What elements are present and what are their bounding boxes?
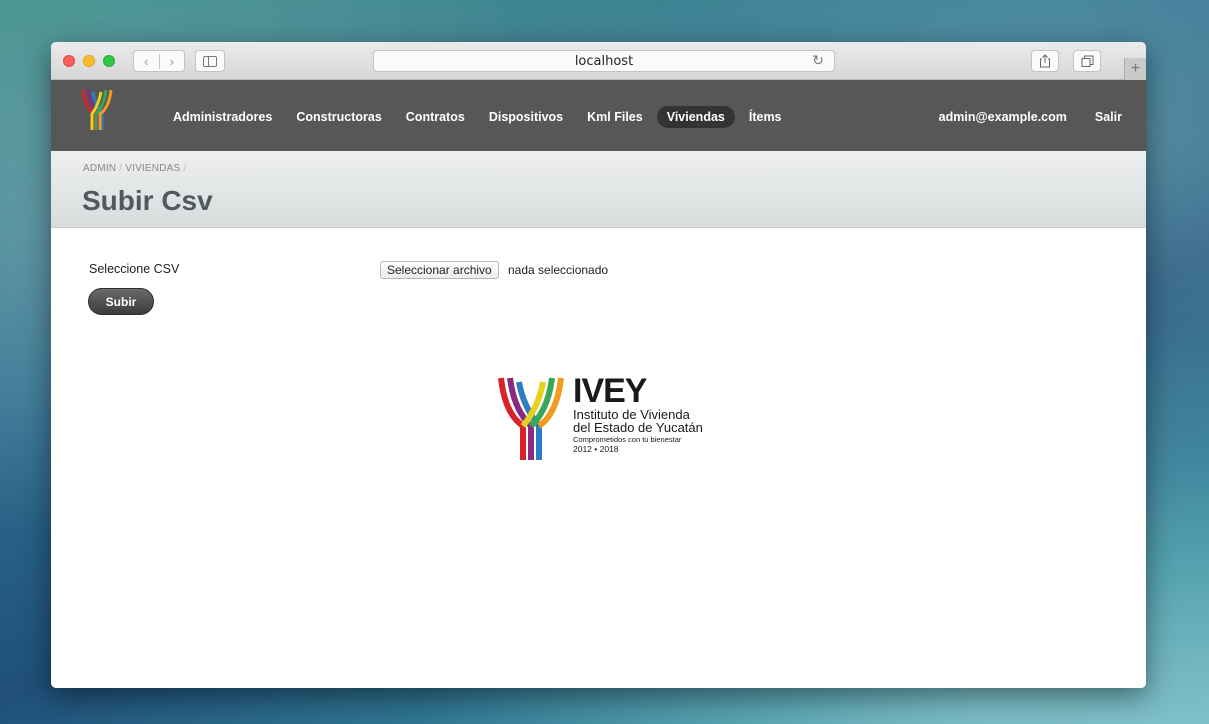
nav-constructoras[interactable]: Constructoras xyxy=(286,106,391,128)
breadcrumb-viviendas[interactable]: VIVIENDAS xyxy=(125,163,180,174)
breadcrumb: ADMIN / VIVIENDAS / xyxy=(83,163,189,174)
address-bar[interactable]: localhost ↻ xyxy=(373,50,835,72)
url-text: localhost xyxy=(574,53,634,69)
main-nav: Administradores Constructoras Contratos … xyxy=(163,106,796,128)
window-controls xyxy=(63,55,115,67)
minimize-window-button[interactable] xyxy=(83,55,95,67)
ivey-emblem-icon xyxy=(498,377,564,460)
choose-file-button[interactable]: Seleccionar archivo xyxy=(380,261,499,279)
new-tab-button[interactable]: + xyxy=(1124,58,1146,80)
ivey-logo-icon[interactable] xyxy=(79,88,115,132)
browser-toolbar: ‹ › localhost ↻ + xyxy=(51,42,1146,80)
history-nav: ‹ › xyxy=(133,50,185,72)
logo-tagline: Comprometidos con tu bienestar xyxy=(573,435,682,444)
logo-title: IVEY xyxy=(573,372,647,410)
nav-kml-files[interactable]: Kml Files xyxy=(577,106,653,128)
nav-dispositivos[interactable]: Dispositivos xyxy=(479,106,573,128)
chevron-left-icon[interactable]: ‹ xyxy=(134,54,159,69)
tabs-icon xyxy=(1081,55,1093,67)
nav-items[interactable]: Ítems xyxy=(739,106,792,128)
breadcrumb-separator: / xyxy=(183,163,187,174)
sidebar-icon xyxy=(203,55,217,67)
ivey-footer-logo: IVEY Instituto de Vivienda del Estado de… xyxy=(495,374,725,464)
app-navbar: Administradores Constructoras Contratos … xyxy=(51,80,1146,151)
nav-contratos[interactable]: Contratos xyxy=(396,106,475,128)
logout-link[interactable]: Salir xyxy=(1095,106,1122,128)
page-title: Subir Csv xyxy=(82,185,213,216)
breadcrumb-admin[interactable]: ADMIN xyxy=(83,163,116,174)
upload-button[interactable]: Subir xyxy=(88,288,154,315)
user-nav: admin@example.com Salir xyxy=(939,106,1122,128)
zoom-window-button[interactable] xyxy=(103,55,115,67)
breadcrumb-separator: / xyxy=(119,163,123,174)
share-button[interactable] xyxy=(1031,50,1059,72)
nav-viviendas[interactable]: Viviendas xyxy=(656,106,735,128)
sidebar-toggle-button[interactable] xyxy=(195,50,225,72)
chevron-right-icon[interactable]: › xyxy=(158,53,185,69)
nav-administradores[interactable]: Administradores xyxy=(163,106,282,128)
show-tabs-button[interactable] xyxy=(1073,50,1101,72)
share-icon xyxy=(1040,54,1050,68)
reload-icon[interactable]: ↻ xyxy=(812,53,824,69)
logo-line-2: del Estado de Yucatán xyxy=(573,420,703,435)
logo-years: 2012 • 2018 xyxy=(573,444,619,454)
page-header: ADMIN / VIVIENDAS / Subir Csv xyxy=(51,151,1146,228)
close-window-button[interactable] xyxy=(63,55,75,67)
user-email-link[interactable]: admin@example.com xyxy=(939,106,1067,128)
browser-window: ‹ › localhost ↻ + Administradores Constr… xyxy=(51,42,1146,688)
file-status-text: nada seleccionado xyxy=(508,263,609,277)
csv-field-label: Seleccione CSV xyxy=(89,262,180,276)
main-content: Seleccione CSV Seleccionar archivo nada … xyxy=(51,228,1146,688)
